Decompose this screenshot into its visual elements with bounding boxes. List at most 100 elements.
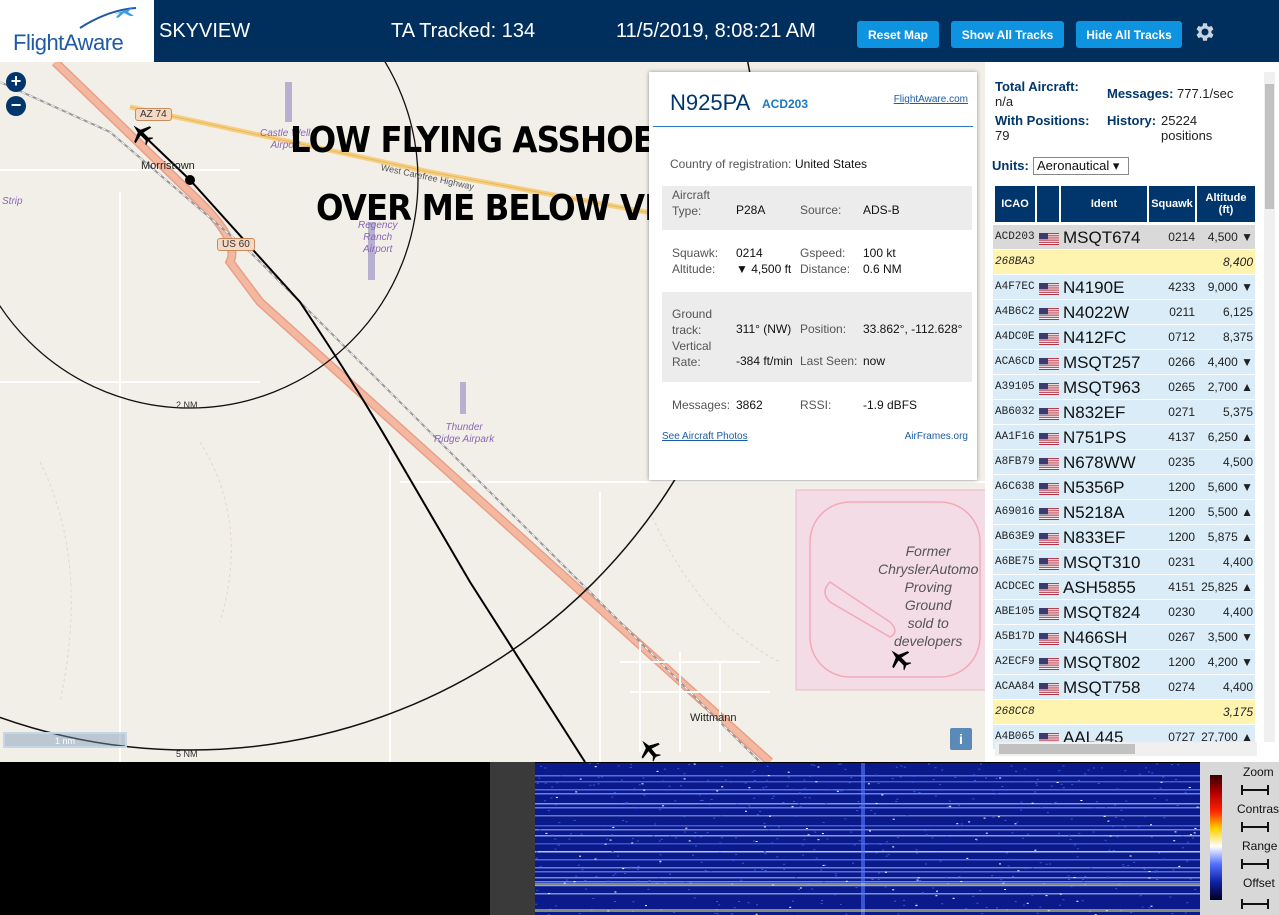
units-select[interactable]: Aeronautical ▾ (1033, 157, 1129, 175)
skyview-app: { "header": { "logo_text": "FlightAware"… (0, 0, 1279, 915)
row-ident: N751PS (1063, 428, 1127, 447)
range-label: Range (1242, 839, 1278, 853)
units-label: Units: (992, 158, 1029, 173)
us-flag-icon (1039, 583, 1059, 595)
row-icao: A2ECF9 (995, 656, 1035, 668)
table-row[interactable]: ABE105 MSQT824 0230 4,400 (993, 600, 1255, 625)
us-flag-icon (1039, 433, 1059, 445)
row-altitude: 5,875 ▲ (1207, 530, 1253, 544)
row-ident: N4022W (1063, 303, 1130, 322)
table-row[interactable]: A5B17D N466SH 0267 3,500 ▼ (993, 625, 1255, 650)
popup-divider (653, 126, 973, 127)
table-row[interactable]: A2ECF9 MSQT802 1200 4,200 ▼ (993, 650, 1255, 675)
zoom-in-button[interactable]: + (6, 72, 26, 92)
place-morristown: Morristown (141, 160, 195, 172)
row-ident: MSQT824 (1063, 603, 1141, 622)
table-row[interactable]: ACDCEC ASH5855 4151 25,825 ▲ (993, 575, 1255, 600)
track-label: Ground track: (672, 307, 713, 337)
gspeed-value: 100 kt (863, 246, 896, 260)
col-squawk[interactable]: Squawk (1149, 186, 1195, 222)
table-row[interactable]: A4B6C2 N4022W 0211 6,125 (993, 300, 1255, 325)
show-all-tracks-button[interactable]: Show All Tracks (951, 21, 1064, 48)
top-bar: FlightAware SKYVIEW TA Tracked: 134 11/5… (0, 0, 1279, 62)
col-flag[interactable] (1037, 186, 1059, 222)
zoom-out-button[interactable]: − (6, 96, 26, 116)
us-flag-icon (1039, 283, 1059, 295)
table-row[interactable]: AB63E9 N833EF 1200 5,875 ▲ (993, 525, 1255, 550)
row-squawk (1149, 700, 1195, 725)
row-icao: AB6032 (995, 406, 1035, 418)
row-icao: A6C638 (995, 481, 1035, 493)
us-flag-icon (1039, 483, 1059, 495)
row-altitude: 4,400 (1222, 680, 1253, 694)
vrate-value: -384 ft/min (736, 354, 793, 368)
table-row[interactable]: 268BA3 8,400 (993, 250, 1255, 275)
spectrum-waterfall[interactable] (535, 763, 1200, 915)
table-row[interactable]: ACAA84 MSQT758 0274 4,400 (993, 675, 1255, 700)
gear-icon[interactable] (1193, 20, 1217, 44)
place-strip: Strip (2, 196, 23, 207)
table-row[interactable]: ACD203 MSQT674 0214 4,500 ▼ (993, 225, 1255, 250)
table-row[interactable]: AA1F16 N751PS 4137 6,250 ▲ (993, 425, 1255, 450)
squawk-label: Squawk: (672, 246, 719, 260)
table-row[interactable]: 268CC8 3,175 (993, 700, 1255, 725)
table-row[interactable]: A39105 MSQT963 0265 2,700 ▲ (993, 375, 1255, 400)
table-row[interactable]: A6C638 N5356P 1200 5,600 ▼ (993, 475, 1255, 500)
logo-text: FlightAware (13, 30, 124, 55)
row-altitude: 4,400 ▼ (1207, 355, 1253, 369)
row-icao: 268BA3 (995, 256, 1035, 268)
flightaware-logo[interactable]: FlightAware (0, 0, 154, 62)
offset-slider[interactable] (1240, 897, 1272, 909)
table-row[interactable]: A4F7EC N4190E 4233 9,000 ▼ (993, 275, 1255, 300)
row-ident: MSQT674 (1063, 228, 1141, 247)
row-icao: ACDCEC (995, 581, 1035, 593)
aircraft-photos-link[interactable]: See Aircraft Photos (662, 431, 748, 442)
row-icao: A4DC0E (995, 331, 1035, 343)
table-horizontal-scrollbar[interactable] (995, 742, 1257, 756)
col-icao[interactable]: ICAO (995, 186, 1035, 222)
flightaware-link[interactable]: FlightAware.com (894, 94, 968, 105)
table-vertical-scrollbar[interactable] (1264, 72, 1275, 742)
info-button[interactable]: i (950, 728, 972, 750)
scale-bar: 1 nm (3, 732, 127, 748)
messages-value: 3862 (736, 398, 763, 412)
zoom-slider[interactable] (1240, 783, 1272, 795)
distance-label: Distance: (800, 262, 851, 276)
table-row[interactable]: A6BE75 MSQT310 0231 4,400 (993, 550, 1255, 575)
row-squawk: 0265 (1168, 380, 1195, 394)
table-row[interactable]: ACA6CD MSQT257 0266 4,400 ▼ (993, 350, 1255, 375)
table-row[interactable]: A4DC0E N412FC 0712 8,375 (993, 325, 1255, 350)
airframes-link[interactable]: AirFrames.org (905, 431, 968, 442)
row-ident: MSQT310 (1063, 553, 1141, 572)
aircraft-type-value: P28A (736, 203, 766, 217)
az74-shield: AZ 74 (135, 108, 172, 121)
row-squawk: 1200 (1168, 480, 1195, 494)
col-ident[interactable]: Ident (1061, 186, 1147, 222)
row-altitude: 4,500 (1222, 455, 1253, 469)
us-flag-icon (1039, 458, 1059, 470)
row-altitude: 6,125 (1222, 305, 1253, 319)
range-slider[interactable] (1240, 857, 1272, 869)
col-altitude[interactable]: Altitude (ft) (1197, 186, 1255, 222)
aircraft-icon[interactable] (634, 734, 666, 762)
row-squawk: 0230 (1168, 605, 1195, 619)
table-row[interactable]: AB6032 N832EF 0271 5,375 (993, 400, 1255, 425)
table-row[interactable]: A69016 N5218A 1200 5,500 ▲ (993, 500, 1255, 525)
row-squawk: 0211 (1169, 305, 1195, 319)
popup-icao: ACD203 (762, 97, 809, 111)
us-flag-icon (1039, 658, 1059, 670)
track-value: 311° (NW) (736, 322, 792, 336)
us60-shield: US 60 (217, 238, 255, 251)
contrast-slider[interactable] (1240, 820, 1272, 832)
row-icao: A8FB79 (995, 456, 1035, 468)
us-flag-icon (1039, 233, 1059, 245)
us-flag-icon (1039, 633, 1059, 645)
table-row[interactable]: A8FB79 N678WW 0235 4,500 (993, 450, 1255, 475)
reset-map-button[interactable]: Reset Map (857, 21, 939, 48)
us-flag-icon (1039, 333, 1059, 345)
row-ident: MSQT257 (1063, 353, 1141, 372)
hide-all-tracks-button[interactable]: Hide All Tracks (1076, 21, 1182, 48)
row-altitude: 3,175 (1222, 705, 1253, 719)
total-aircraft-label: Total Aircraft: (995, 79, 1079, 94)
datetime: 11/5/2019, 8:08:21 AM (616, 20, 816, 42)
